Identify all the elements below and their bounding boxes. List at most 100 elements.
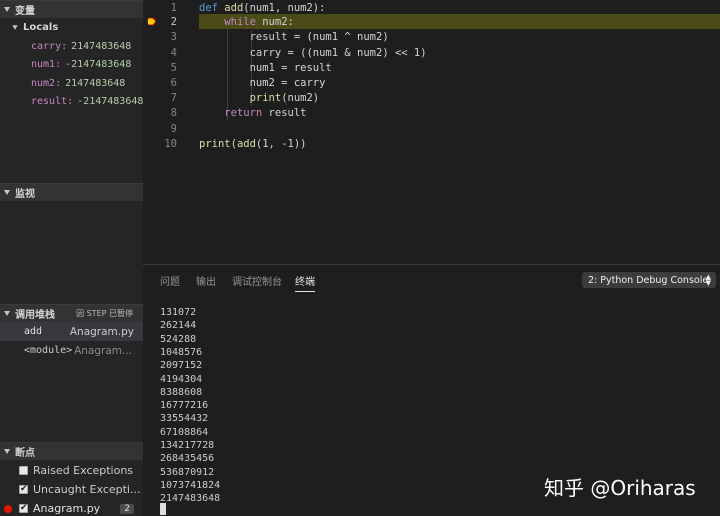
- variables-header-label: 变量: [15, 6, 35, 17]
- terminal-output-line: 131072: [160, 307, 197, 318]
- variable-name: carry:: [31, 40, 68, 52]
- code-text: num2 = carry: [199, 76, 326, 89]
- terminal-output-line: 33554432: [160, 413, 209, 425]
- breakpoints-section-header[interactable]: 断点: [0, 442, 143, 460]
- code-text: carry = ((num1 & num2) << 1): [199, 46, 427, 59]
- terminal-output-line: 16777216: [160, 400, 209, 412]
- terminal-output-line: 2097152: [160, 360, 203, 372]
- terminal-output-line: 4194304: [160, 373, 203, 385]
- frame-name: <module>: [24, 345, 73, 356]
- terminal-select-dropdown[interactable]: 2: Python Debug Console ▲ ▼: [582, 272, 716, 288]
- terminal-output-line: 8388608: [160, 386, 203, 398]
- line-number: 10: [164, 137, 177, 150]
- code-text: num1 = result: [199, 61, 332, 74]
- terminal-output-line: 67108864: [160, 426, 209, 438]
- checkbox-unchecked[interactable]: [19, 466, 28, 475]
- line-number: 4: [170, 46, 177, 59]
- variable-name: num2:: [31, 77, 62, 89]
- line-number: 8: [170, 106, 177, 119]
- watch-header-label: 监视: [15, 189, 35, 200]
- terminal-output-line: 268435456: [160, 453, 215, 465]
- line-number: 5: [170, 61, 177, 74]
- breakpoint-label: Uncaught Excepti...: [33, 483, 141, 496]
- code-line-7[interactable]: 7 print(num2): [143, 90, 720, 105]
- terminal-output-line: 524288: [160, 333, 197, 345]
- terminal-output-line: 2147483648: [160, 493, 221, 505]
- checkbox-checked[interactable]: ✔: [19, 485, 28, 494]
- variable-row[interactable]: result: -2147483648: [0, 92, 143, 110]
- stack-frame[interactable]: <module> Anagram...: [0, 341, 143, 360]
- checkbox-checked[interactable]: ✔: [19, 504, 28, 513]
- terminal-cursor: [160, 503, 166, 515]
- breakpoint-item[interactable]: ✔ Uncaught Excepti...: [0, 480, 143, 499]
- line-number: 2: [170, 15, 177, 28]
- breakpoint-label: Anagram.py: [33, 502, 101, 515]
- chevron-down-icon: [12, 24, 18, 30]
- breakpoint-item[interactable]: ✔ Anagram.py 2: [0, 499, 143, 516]
- tab-problems[interactable]: 问题: [160, 273, 180, 288]
- code-line-4[interactable]: 4 carry = ((num1 & num2) << 1): [143, 45, 720, 60]
- paused-status: 因 STEP 已暂停: [76, 309, 133, 318]
- stack-frame[interactable]: add Anagram.py: [0, 322, 143, 341]
- code-line-10[interactable]: 10 print(add(1, -1)): [143, 136, 720, 151]
- variable-value: 2147483648: [71, 40, 132, 52]
- variable-row[interactable]: num2: 2147483648: [0, 74, 143, 92]
- variable-row[interactable]: num1: -2147483648: [0, 55, 143, 73]
- variable-name: num1:: [31, 58, 62, 70]
- variable-row[interactable]: carry: 2147483648: [0, 37, 143, 55]
- variable-name: result:: [31, 95, 74, 107]
- breakpoints-header-label: 断点: [15, 448, 35, 459]
- code-text: while num2:: [224, 15, 294, 28]
- line-number: 7: [170, 91, 177, 104]
- debug-sidebar: 变量 Locals carry: 2147483648 num1: -21474…: [0, 0, 143, 516]
- chevron-down-icon: [4, 7, 10, 12]
- terminal-output-line: 134217728: [160, 440, 215, 451]
- tab-debug-console[interactable]: 调试控制台: [232, 273, 282, 288]
- watermark: 知乎 @Oriharas: [544, 476, 696, 500]
- locals-label: Locals: [23, 21, 59, 33]
- terminal-output-line: 536870912: [160, 466, 215, 478]
- variables-section-header[interactable]: 变量: [0, 0, 143, 18]
- code-line-9[interactable]: 9: [143, 121, 720, 136]
- code-line-2[interactable]: 2 while num2:: [143, 14, 720, 29]
- terminal-select-value: 2: Python Debug Console: [588, 274, 709, 286]
- code-text: def add(num1, num2):: [199, 1, 326, 14]
- locals-scope[interactable]: Locals: [0, 18, 143, 36]
- chevron-down-icon: [4, 190, 10, 195]
- code-line-1[interactable]: 1 def add(num1, num2):: [143, 0, 720, 15]
- line-number: 9: [170, 122, 177, 135]
- frame-name: add: [24, 326, 43, 337]
- code-line-3[interactable]: 3 result = (num1 ^ num2): [143, 29, 720, 44]
- line-number: 3: [170, 30, 177, 43]
- line-number: 6: [170, 76, 177, 89]
- chevron-down-icon: [4, 449, 10, 454]
- terminal-output-line: 1073741824: [160, 479, 221, 491]
- line-number: 1: [170, 1, 177, 14]
- terminal-output-line: 262144: [160, 320, 197, 332]
- terminal-output-line: 1048576: [160, 346, 203, 358]
- code-line-8[interactable]: 8 return result: [143, 105, 720, 120]
- breakpoint-item[interactable]: Raised Exceptions: [0, 461, 143, 480]
- code-editor[interactable]: 1 def add(num1, num2): 2 while num2: 3 r…: [143, 0, 720, 264]
- breakpoint-label: Raised Exceptions: [33, 464, 134, 477]
- code-text: print(num2): [249, 91, 320, 104]
- chevron-down-icon: [4, 311, 10, 316]
- select-arrows-icon: ▲ ▼: [705, 273, 711, 287]
- call-stack-section-header[interactable]: 调用堆栈 因 STEP 已暂停: [0, 304, 143, 322]
- frame-file: Anagram...: [74, 344, 132, 357]
- code-line-6[interactable]: 6 num2 = carry: [143, 75, 720, 90]
- code-line-5[interactable]: 5 num1 = result: [143, 60, 720, 75]
- tab-output[interactable]: 输出: [196, 273, 216, 288]
- breakpoint-dot-icon: [4, 504, 12, 513]
- watch-section-header[interactable]: 监视: [0, 183, 143, 201]
- code-text: print(add(1, -1)): [199, 137, 307, 150]
- tab-terminal[interactable]: 终端: [295, 273, 315, 292]
- breakpoint-count-badge: 2: [120, 503, 134, 514]
- code-text: result = (num1 ^ num2): [199, 30, 389, 43]
- call-stack-header-label: 调用堆栈: [15, 310, 55, 321]
- variable-value: -2147483648: [65, 58, 132, 70]
- code-text: return result: [224, 106, 307, 119]
- frame-file: Anagram.py: [69, 325, 134, 338]
- variable-value: 2147483648: [65, 77, 126, 89]
- variable-value: -2147483648: [77, 95, 144, 107]
